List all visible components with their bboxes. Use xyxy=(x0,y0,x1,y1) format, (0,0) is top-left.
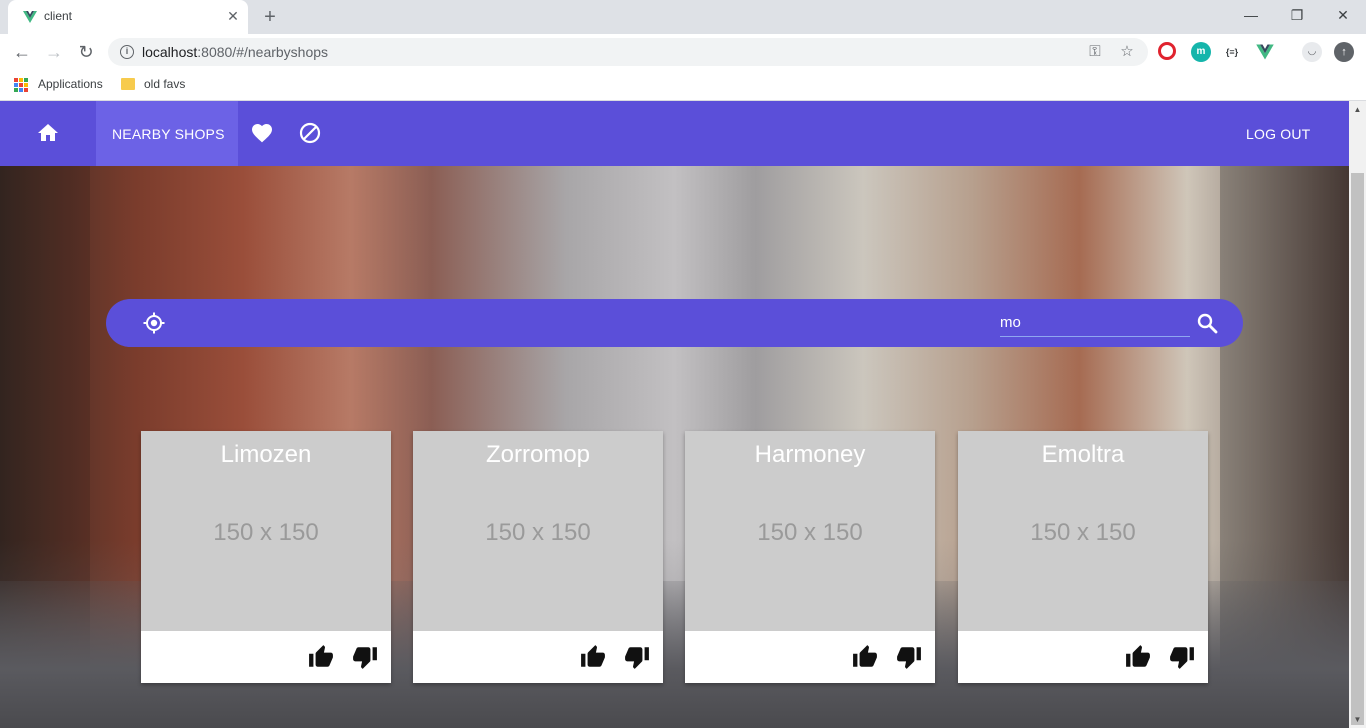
shop-name: Harmoney xyxy=(754,441,866,468)
shop-card: Harmoney 150 x 150 xyxy=(685,431,935,683)
thumbs-down-icon[interactable] xyxy=(1169,644,1195,670)
thumbs-up-icon[interactable] xyxy=(580,644,606,670)
reload-button[interactable]: ↻ xyxy=(72,38,100,66)
back-button[interactable]: ← xyxy=(8,38,36,66)
close-window-button[interactable]: ✕ xyxy=(1320,0,1366,30)
image-placeholder-text: 150 x 150 xyxy=(213,519,319,546)
search-bar xyxy=(106,299,1243,347)
home-nav-button[interactable] xyxy=(0,101,96,166)
new-tab-button[interactable]: + xyxy=(258,5,282,29)
shop-name: Limozen xyxy=(220,441,312,468)
shop-image-placeholder: Limozen 150 x 150 xyxy=(141,431,391,631)
url-path: :8080/#/nearbyshops xyxy=(197,44,329,60)
bookmark-old-favs[interactable]: old favs xyxy=(144,77,185,91)
thumbs-down-icon[interactable] xyxy=(352,644,378,670)
browser-toolbar: ← → ↻ i localhost:8080/#/nearbyshops ⚿ ☆… xyxy=(0,34,1366,70)
restore-button[interactable]: ❐ xyxy=(1274,0,1320,30)
url-text: localhost:8080/#/nearbyshops xyxy=(142,44,328,60)
home-icon xyxy=(38,124,58,141)
json-extension-icon[interactable]: {≡} xyxy=(1222,42,1242,62)
bookmarks-bar: Applications old favs xyxy=(0,70,1366,101)
vue-devtools-icon[interactable] xyxy=(1255,42,1275,62)
heart-icon[interactable] xyxy=(250,121,274,145)
vue-logo-icon xyxy=(23,11,37,23)
shop-card: Limozen 150 x 150 xyxy=(141,431,391,683)
site-info-icon[interactable]: i xyxy=(120,45,134,59)
scroll-thumb[interactable] xyxy=(1351,173,1364,725)
thumbs-up-icon[interactable] xyxy=(1125,644,1151,670)
shop-image-placeholder: Harmoney 150 x 150 xyxy=(685,431,935,631)
thumbs-down-icon[interactable] xyxy=(896,644,922,670)
browser-tabbar: client ✕ + — ❐ ✕ xyxy=(0,0,1366,34)
apps-grid-icon xyxy=(14,78,28,92)
url-host: localhost xyxy=(142,44,198,60)
image-placeholder-text: 150 x 150 xyxy=(1030,519,1136,546)
m-extension-icon[interactable]: m xyxy=(1191,42,1211,62)
page-viewport: NEARBY SHOPS LOG OUT Limozen 150 xyxy=(0,101,1349,728)
bookmark-star-icon[interactable]: ☆ xyxy=(1118,43,1136,61)
shop-card: Emoltra 150 x 150 xyxy=(958,431,1208,683)
search-icon[interactable] xyxy=(1195,311,1219,335)
shop-image-placeholder: Emoltra 150 x 150 xyxy=(958,431,1208,631)
folder-icon xyxy=(121,78,135,90)
image-placeholder-text: 150 x 150 xyxy=(757,519,863,546)
minimize-button[interactable]: — xyxy=(1228,0,1274,30)
address-bar[interactable]: i localhost:8080/#/nearbyshops ⚿ ☆ xyxy=(108,38,1148,66)
my-location-icon[interactable] xyxy=(142,311,166,335)
search-input[interactable] xyxy=(1000,309,1190,337)
profile-avatar-icon[interactable]: ◡ xyxy=(1302,42,1322,62)
forward-button[interactable]: → xyxy=(40,38,68,66)
nearby-shops-nav-button[interactable]: NEARBY SHOPS xyxy=(96,101,238,166)
thumbs-up-icon[interactable] xyxy=(852,644,878,670)
shop-card: Zorromop 150 x 150 xyxy=(413,431,663,683)
bookmark-applications[interactable]: Applications xyxy=(38,77,103,91)
shop-image-placeholder: Zorromop 150 x 150 xyxy=(413,431,663,631)
shop-name: Zorromop xyxy=(485,441,591,468)
app-navbar: NEARBY SHOPS LOG OUT xyxy=(0,101,1349,166)
opera-extension-icon[interactable] xyxy=(1158,42,1176,60)
tab-close-icon[interactable]: ✕ xyxy=(225,8,241,24)
image-placeholder-text: 150 x 150 xyxy=(485,519,591,546)
browser-tab[interactable]: client ✕ xyxy=(8,0,248,34)
thumbs-up-icon[interactable] xyxy=(308,644,334,670)
tab-title: client xyxy=(44,9,73,23)
block-icon[interactable] xyxy=(298,121,322,145)
update-icon[interactable]: ↑ xyxy=(1334,42,1354,62)
page-scrollbar[interactable]: ▲ ▼ xyxy=(1349,101,1366,728)
shop-name: Emoltra xyxy=(1041,441,1125,468)
nearby-shops-label: NEARBY SHOPS xyxy=(112,126,225,142)
scroll-up-arrow[interactable]: ▲ xyxy=(1349,101,1366,118)
logout-button[interactable]: LOG OUT xyxy=(1246,126,1310,142)
key-icon[interactable]: ⚿ xyxy=(1086,43,1104,61)
thumbs-down-icon[interactable] xyxy=(624,644,650,670)
scroll-down-arrow[interactable]: ▼ xyxy=(1349,711,1366,728)
